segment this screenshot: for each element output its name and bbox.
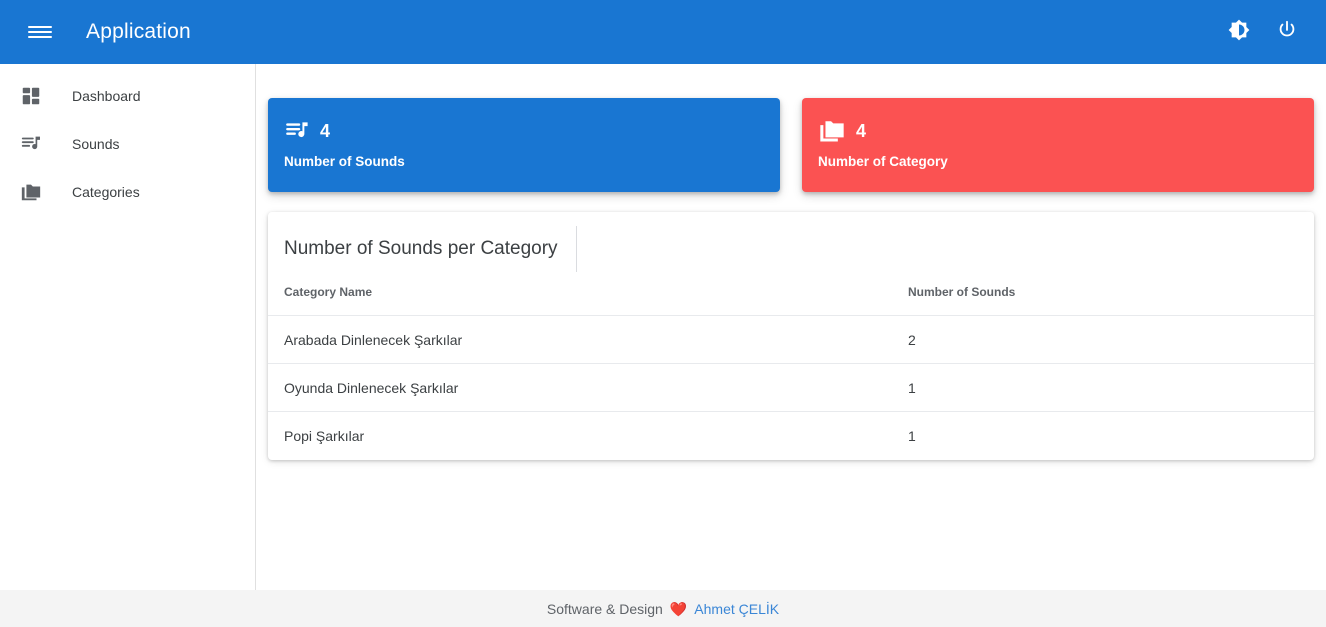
cell-category-name: Oyunda Dinlenecek Şarkılar (268, 363, 906, 412)
app-title: Application (86, 20, 191, 43)
table-row[interactable]: Arabada Dinlenecek Şarkılar 2 (268, 315, 1314, 364)
stat-card-value: 4 (320, 121, 331, 141)
page-footer: Software & Design ❤️ Ahmet ÇELİK (0, 590, 1326, 627)
table-row[interactable]: Oyunda Dinlenecek Şarkılar 1 (268, 363, 1314, 412)
hamburger-menu-icon (28, 23, 52, 41)
menu-bar-1 (28, 26, 52, 28)
hamburger-menu-button[interactable] (16, 8, 64, 56)
cell-category-name: Popi Şarkılar (284, 427, 365, 444)
sounds-per-category-table: Category Name Number of Sounds Arabada D… (268, 285, 1314, 460)
heart-icon: ❤️ (669, 600, 688, 617)
stat-card-label: Number of Sounds (284, 154, 405, 169)
brightness-contrast-icon (1228, 19, 1250, 46)
folder-copy-icon (16, 181, 56, 203)
table-row[interactable]: Popi Şarkılar 1 (268, 412, 1314, 460)
sidebar-item-dashboard[interactable]: Dashboard (0, 72, 255, 120)
table-header-bar: Number of Sounds per Category (268, 212, 1314, 285)
cell-number-of-sounds: 2 (906, 315, 1314, 364)
stat-card-value: 4 (856, 121, 867, 141)
appbar-actions (1222, 15, 1310, 49)
menu-bar-2 (28, 31, 52, 33)
table-head: Category Name Number of Sounds (268, 285, 1314, 316)
top-app-bar: Application (0, 0, 1326, 64)
table-title: Number of Sounds per Category (284, 237, 558, 259)
table-header-row: Category Name Number of Sounds (268, 285, 1314, 316)
stat-card-top: 4 (818, 118, 1298, 144)
sidebar-item-categories[interactable]: Categories (0, 168, 255, 216)
cell-number-of-sounds: 1 (908, 427, 916, 444)
application-root: Application Dashboard Sounds Categories … (0, 0, 1326, 627)
stat-card-number-of-sounds[interactable]: 4 Number of Sounds (268, 98, 780, 192)
theme-toggle-button[interactable] (1222, 15, 1256, 49)
stat-card-label: Number of Category (818, 154, 948, 169)
sidebar-navigation: Dashboard Sounds Categories (0, 64, 256, 590)
sidebar-item-label: Categories (72, 184, 140, 200)
power-icon (1276, 19, 1298, 46)
sidebar-item-label: Sounds (72, 136, 120, 152)
playlist-music-icon (284, 118, 310, 144)
menu-bar-3 (28, 36, 52, 38)
cell-number-of-sounds: 1 (906, 363, 1314, 412)
footer-text: Software & Design (546, 600, 663, 617)
column-header-number-of-sounds[interactable]: Number of Sounds (906, 285, 1314, 316)
footer-author-link[interactable]: Ahmet ÇELİK (694, 601, 779, 617)
column-header-category-name[interactable]: Category Name (268, 285, 906, 316)
table-body: Arabada Dinlenecek Şarkılar 2 Oyunda Din… (268, 315, 1314, 460)
stat-cards-row: 4 Number of Sounds 4 Number of Category (268, 98, 1314, 192)
body-container: Dashboard Sounds Categories 4 Number of … (0, 64, 1326, 590)
sidebar-item-label: Dashboard (72, 88, 141, 104)
playlist-music-icon (16, 133, 56, 155)
logout-button[interactable] (1270, 15, 1304, 49)
sidebar-item-sounds[interactable]: Sounds (0, 120, 255, 168)
sounds-per-category-card: Number of Sounds per Category Category N… (268, 212, 1314, 460)
stat-card-top: 4 (284, 118, 764, 144)
title-divider (575, 225, 577, 272)
stat-card-number-of-category[interactable]: 4 Number of Category (802, 98, 1314, 192)
main-content: 4 Number of Sounds 4 Number of Category … (256, 64, 1326, 590)
dashboard-grid-icon (16, 85, 56, 107)
folder-copy-icon (818, 117, 846, 145)
cell-category-name: Arabada Dinlenecek Şarkılar (268, 315, 906, 364)
